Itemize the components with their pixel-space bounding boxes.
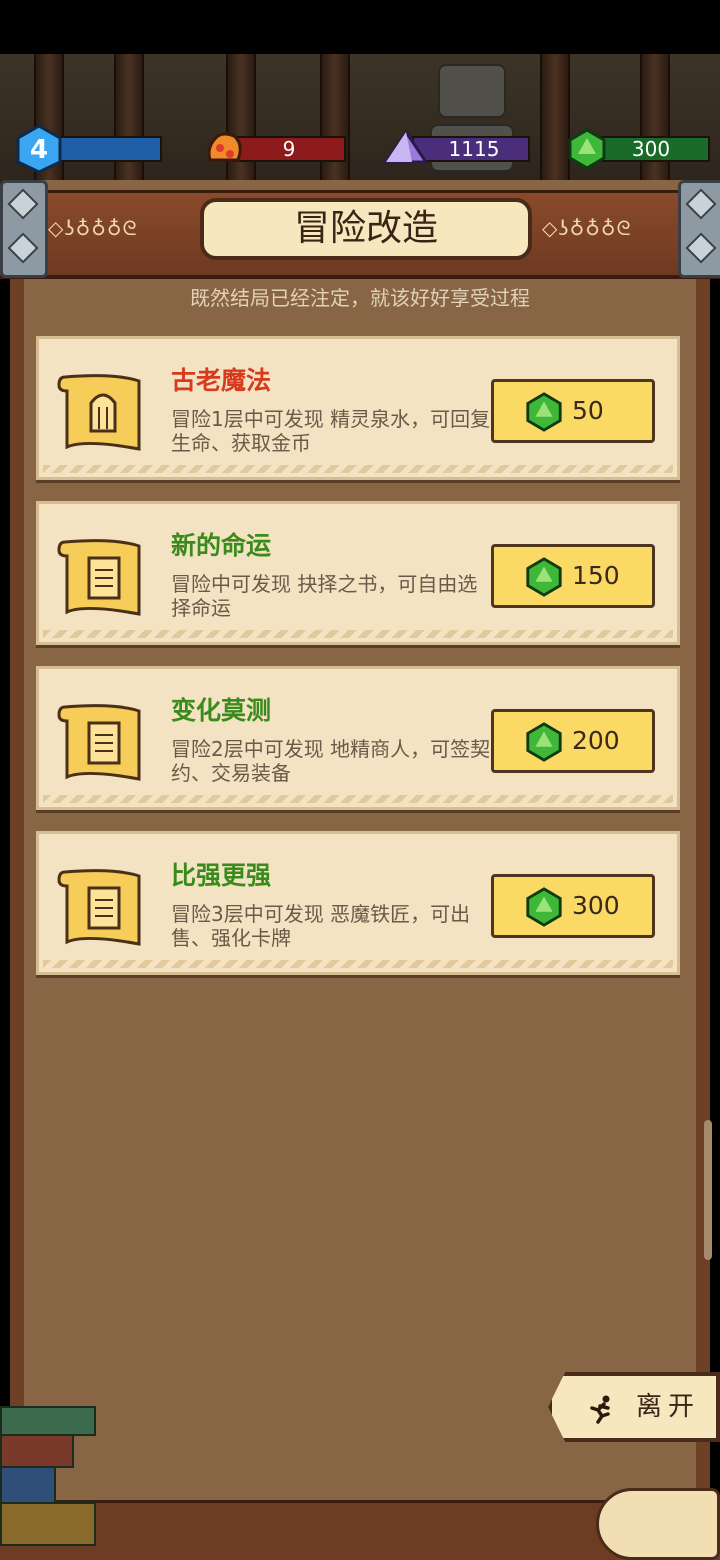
card-description: 冒险中可发现 抉择之书，可自由选择命运	[171, 572, 478, 620]
leave-button[interactable]: 离开	[548, 1372, 720, 1442]
green-gem-icon	[526, 722, 562, 762]
svg-text:4: 4	[30, 135, 48, 165]
upgrade-card: 古老魔法 冒险1层中可发现 精灵泉水，可回复生命、获取金币 50	[36, 336, 680, 480]
fire-count: 9	[282, 137, 296, 161]
fire-stone-icon	[207, 132, 242, 162]
green-gem-icon	[526, 392, 562, 432]
card-description: 冒险2层中可发现 地精商人，可签契约、交易装备	[171, 737, 491, 785]
card-description: 冒险3层中可发现 恶魔铁匠，可出售、强化卡牌	[171, 902, 471, 950]
bracket-diamond	[7, 232, 39, 264]
price-value: 150	[572, 561, 620, 590]
level-bar	[58, 136, 162, 162]
card-description: 冒险1层中可发现 精灵泉水，可回复生命、获取金币	[171, 407, 491, 455]
wooden-bar	[640, 54, 670, 194]
title-plate: 冒险改造	[200, 198, 532, 260]
gem-count: 300	[631, 137, 671, 161]
wooden-bar	[540, 54, 570, 194]
card-title: 比强更强	[171, 861, 272, 890]
metal-bracket-right	[678, 180, 720, 278]
green-gem-icon	[526, 887, 562, 927]
status-strip	[0, 0, 720, 54]
book-stack	[0, 1434, 74, 1468]
level-resource: 4	[14, 124, 164, 174]
fountain-scroll-icon	[57, 374, 141, 451]
book-stack	[0, 1502, 96, 1546]
wooden-bar	[320, 54, 350, 194]
game-screen: 4 9 1115 300 ◇ʖ♁♁♁ᘓ ◇ʖ♁♁♁ᘓ 冒险改造 既然结局已经注定…	[0, 0, 720, 1560]
price-value: 300	[572, 891, 620, 920]
buy-button[interactable]: 200	[491, 709, 655, 773]
crystal-count: 1115	[448, 137, 500, 161]
book-scroll-icon	[57, 704, 141, 781]
buy-button[interactable]: 50	[491, 379, 655, 443]
running-man-icon	[590, 1395, 610, 1424]
page-subtitle: 既然结局已经注定，就该好好享受过程	[190, 286, 530, 310]
upgrade-card: 变化莫测 冒险2层中可发现 地精商人，可签契约、交易装备 200	[36, 666, 680, 810]
rolled-scroll-decoration	[596, 1488, 720, 1560]
buy-button[interactable]: 300	[491, 874, 655, 938]
book-scroll-icon	[57, 869, 141, 946]
scrollbar[interactable]	[704, 1120, 712, 1260]
fire-resource: 9	[204, 132, 346, 164]
price-value: 50	[572, 396, 604, 425]
buy-button[interactable]: 150	[491, 544, 655, 608]
upgrade-card: 新的命运 冒险中可发现 抉择之书，可自由选择命运 150	[36, 501, 680, 645]
book-scroll-icon	[57, 539, 141, 616]
price-value: 200	[572, 726, 620, 755]
leave-label: 离开	[636, 1392, 701, 1422]
gem-resource: 300	[566, 128, 710, 170]
green-gem-icon	[568, 128, 606, 170]
crystal-pyramid-icon	[383, 129, 429, 164]
green-gem-icon	[526, 557, 562, 597]
card-title: 变化莫测	[171, 696, 272, 725]
bracket-diamond	[685, 188, 717, 220]
level-badge-icon: 4	[16, 124, 62, 174]
book-stack	[0, 1466, 56, 1504]
card-title: 新的命运	[171, 531, 272, 560]
book-stack	[0, 1406, 96, 1436]
stone-block	[438, 64, 506, 118]
page-title: 冒险改造	[293, 208, 438, 249]
ornament-right: ◇ʖ♁♁♁ᘓ	[542, 216, 632, 240]
bracket-diamond	[7, 188, 39, 220]
upgrade-card: 比强更强 冒险3层中可发现 恶魔铁匠，可出售、强化卡牌 300	[36, 831, 680, 975]
crystal-resource: 1115	[382, 129, 530, 164]
ornament-left: ◇ʖ♁♁♁ᘓ	[48, 216, 138, 240]
background-scene	[0, 54, 720, 194]
card-title: 古老魔法	[171, 366, 272, 395]
bracket-diamond	[685, 232, 717, 264]
metal-bracket-left	[0, 180, 48, 278]
wooden-bar	[114, 54, 144, 194]
wooden-bar	[226, 54, 256, 194]
